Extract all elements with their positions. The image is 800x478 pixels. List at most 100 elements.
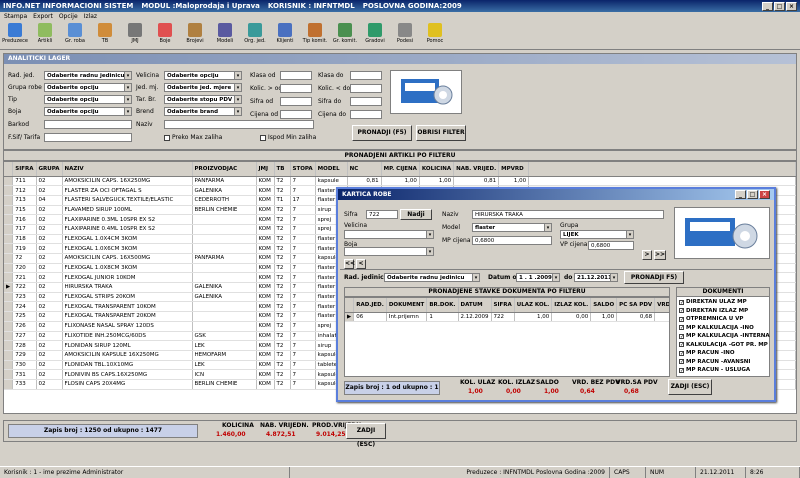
cijena-od-input[interactable] xyxy=(280,110,312,119)
grupa-select[interactable]: Odaberite opciju ▾ xyxy=(44,83,132,92)
check-icon[interactable]: ✓ xyxy=(679,359,684,365)
obrisi-filter-button[interactable]: OBRISI FILTER xyxy=(416,125,466,141)
toolbar-boje-button[interactable]: Boje xyxy=(152,23,178,48)
toolbar-preduzece-button[interactable]: Preduzece xyxy=(2,23,28,48)
check-icon[interactable]: ✓ xyxy=(679,299,684,305)
kartica-sifra-input[interactable]: 722 xyxy=(366,210,398,219)
kartica-naziv-input[interactable]: HIRURSKA TRAKA xyxy=(472,210,664,219)
stavke-column-header[interactable]: VRD. SA xyxy=(654,298,669,313)
toolbar-modeli-button[interactable]: Modeli xyxy=(212,23,238,48)
toolbar-jmj-button[interactable]: JMJ xyxy=(122,23,148,48)
check-icon[interactable]: ✓ xyxy=(679,333,684,339)
document-item[interactable]: ✓ MP KALKULACIJA -INTERNA xyxy=(679,332,770,341)
toolbar-artikli-button[interactable]: Artikli xyxy=(32,23,58,48)
document-item[interactable]: ✓ MP RACUN -INO xyxy=(679,349,767,358)
column-header[interactable]: MPVRD xyxy=(498,162,530,177)
zadji-button[interactable]: ZADJI (ESC) xyxy=(346,423,386,448)
kartica-minimize-button[interactable]: _ xyxy=(735,190,746,199)
klasa-do-input[interactable] xyxy=(350,71,382,80)
column-header[interactable]: NC xyxy=(347,162,382,177)
column-header[interactable]: NAB. VRIJED. xyxy=(453,162,500,177)
rad-jed-select[interactable]: Odaberite radnu jedinicu ▾ xyxy=(44,71,132,80)
document-item[interactable]: ✓ MP RACUN -AVANSNI xyxy=(679,358,767,367)
cijena-do-input[interactable] xyxy=(350,110,382,119)
toolbar-gradovi-button[interactable]: Gradovi xyxy=(362,23,388,48)
datum-do-input[interactable]: 21.12.2011 ▾ xyxy=(574,273,618,282)
datum-od-input[interactable]: 1 . 1 .2009 ▾ xyxy=(516,273,560,282)
toolbar-gr-komit--button[interactable]: Gr. komit. xyxy=(332,23,358,48)
kolic-do-input[interactable] xyxy=(350,84,382,93)
kartica-mpc-input[interactable]: 0,6800 xyxy=(472,236,552,245)
nav-first-button[interactable]: << xyxy=(344,259,355,269)
kartica-close-button[interactable]: × xyxy=(759,190,770,199)
toolbar-pomoc-button[interactable]: Pomoc xyxy=(422,23,448,48)
kartica-grupa-select[interactable]: LIJEK ▾ xyxy=(560,230,634,239)
check-icon[interactable]: ✓ xyxy=(679,367,684,373)
close-button[interactable]: × xyxy=(786,1,797,11)
jed-mj-select[interactable]: Odaberite jed. mjere ▾ xyxy=(164,83,242,92)
toolbar-tb-button[interactable]: TB xyxy=(92,23,118,48)
stavke-column-header[interactable]: DATUM xyxy=(458,298,492,313)
stavke-column-header[interactable]: RAD.JED. xyxy=(353,298,387,313)
naziv-input[interactable] xyxy=(164,120,314,129)
toolbar-org-jed--button[interactable]: Org. jed. xyxy=(242,23,268,48)
document-item[interactable]: ✓ MP RACUN - USLUGA xyxy=(679,366,767,375)
nav-last-button[interactable]: >> xyxy=(654,250,666,260)
kartica-model-select[interactable]: flaster ▾ xyxy=(472,223,552,232)
nav-prev-button[interactable]: < xyxy=(356,259,366,269)
menu-item-export[interactable]: Export xyxy=(33,13,53,21)
column-header[interactable]: JMJ xyxy=(256,162,275,177)
column-header[interactable]: SIFRA xyxy=(12,162,37,177)
document-item[interactable]: ✓ KALKULACIJA -GOT PR. MP xyxy=(679,341,768,350)
document-item[interactable]: ✓ DIREKTAN ULAZ MP xyxy=(679,298,767,307)
check-icon[interactable]: ✓ xyxy=(679,316,684,322)
velicina-select[interactable]: Odaberite opciju ▾ xyxy=(164,71,242,80)
column-header[interactable]: KOLICINA xyxy=(419,162,455,177)
column-header[interactable]: STOPA xyxy=(290,162,316,177)
toolbar-tip-komit--button[interactable]: Tip komit. xyxy=(302,23,328,48)
maximize-button[interactable]: □ xyxy=(774,1,785,11)
pronadji-button[interactable]: PRONADJI (F5) xyxy=(352,125,412,141)
column-header[interactable]: MODEL xyxy=(315,162,348,177)
kartica-pronadji-button[interactable]: PRONADJI F5) xyxy=(624,271,684,284)
sifra-od-input[interactable] xyxy=(280,97,312,106)
tar-br-select[interactable]: Odaberite stopu PDV ▾ xyxy=(164,95,242,104)
toolbar-gr-roba-button[interactable]: Gr. roba xyxy=(62,23,88,48)
stavke-column-header[interactable]: DOKUMENT xyxy=(386,298,428,313)
stavke-column-header[interactable]: PC SA PDV xyxy=(616,298,656,313)
kartica-boja-select[interactable]: ▾ xyxy=(344,247,434,256)
kolic-od-input[interactable] xyxy=(280,84,312,93)
document-item[interactable]: ✓ DIREKTAN IZLAZ MP xyxy=(679,307,767,316)
boja-select[interactable]: Odaberite opciju ▾ xyxy=(44,107,132,116)
brend-select[interactable]: Odaberite brand ▾ xyxy=(164,107,242,116)
check-icon[interactable]: ✓ xyxy=(679,342,684,348)
document-item[interactable]: ✓ MP KALKULACIJA -INO xyxy=(679,324,767,333)
column-header[interactable]: MP. CIJENA xyxy=(381,162,420,177)
toolbar-klijenti-button[interactable]: Klijenti xyxy=(272,23,298,48)
menu-item-opcije[interactable]: Opcije xyxy=(59,13,78,21)
kartica-maximize-button[interactable]: □ xyxy=(747,190,758,199)
check-icon[interactable]: ✓ xyxy=(679,325,684,331)
barkod-input[interactable] xyxy=(44,120,132,129)
column-header[interactable]: NAZIV xyxy=(62,162,193,177)
fsif-input[interactable] xyxy=(44,133,132,142)
preko-max-checkbox[interactable] xyxy=(164,134,170,141)
stavke-row[interactable]: ▶ 06 Int.prijemn 1 2.12.2009 722 1,00 0,00 1,00 0… xyxy=(345,312,669,323)
minimize-button[interactable]: _ xyxy=(762,1,773,11)
kartica-velicina-select[interactable]: ▾ xyxy=(344,230,434,239)
column-header[interactable]: GRUPA xyxy=(36,162,63,177)
kartica-vpc-input[interactable]: 0,6800 xyxy=(588,241,634,250)
klasa-od-input[interactable] xyxy=(280,71,312,80)
check-icon[interactable]: ✓ xyxy=(679,350,684,356)
toolbar-brojevi-button[interactable]: Brojevi xyxy=(182,23,208,48)
stavke-column-header[interactable]: BR.DOK. xyxy=(426,298,459,313)
ispod-min-checkbox[interactable] xyxy=(260,134,266,141)
stavke-column-header[interactable]: ULAZ KOL. xyxy=(514,298,553,313)
check-icon[interactable]: ✓ xyxy=(679,308,684,314)
menu-item-izlaz[interactable]: Izlaz xyxy=(84,13,97,21)
nav-next-button[interactable]: > xyxy=(642,250,652,260)
stavke-column-header[interactable]: SIFRA xyxy=(491,298,515,313)
column-header[interactable]: PROIZVODJAC xyxy=(192,162,257,177)
nadji-button[interactable]: Nadji xyxy=(400,209,432,220)
table-row[interactable]: 711 02 AMOKSICILIN CAPS. 16X250MG PANFARMA K… xyxy=(4,176,796,187)
